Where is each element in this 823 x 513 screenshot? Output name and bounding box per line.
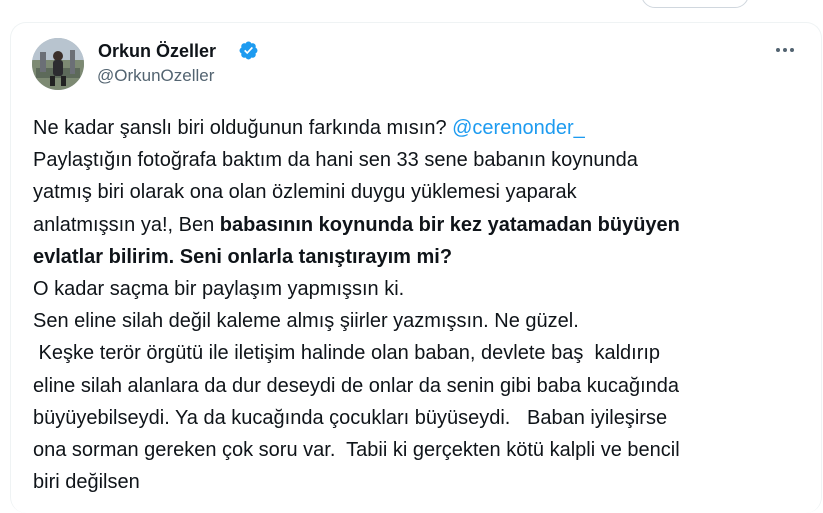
top-button-partial[interactable] (641, 0, 749, 8)
tweet-line: Keşke terör örgütü ile iletişim halinde … (33, 342, 661, 365)
author-name[interactable]: Orkun Özeller (98, 40, 216, 62)
tweet-line: yatmış biri olarak ona olan özlemini duy… (33, 181, 577, 204)
avatar[interactable] (32, 38, 84, 90)
tweet-line: Ne kadar şanslı biri olduğunun farkında … (33, 112, 808, 144)
tweet-line: Paylaştığın fotoğrafa baktım da hani sen… (33, 149, 638, 172)
verified-badge-icon (238, 40, 259, 61)
tweet-bold-line: evlatlar bilirim. Seni onlarla tanıştıra… (33, 245, 453, 268)
screen: Orkun Özeller @OrkunOzeller Ne kadar şan… (0, 0, 823, 513)
tweet-line: ona sorman gereken çok soru var. Tabii k… (33, 438, 680, 461)
mention-link[interactable]: @cerenonder_ (452, 117, 585, 139)
tweet-line: eline silah alanlara da dur deseydi de o… (33, 374, 680, 397)
tweet-line: büyüyebilseydi. Ya da kucağında çocuklar… (33, 406, 668, 429)
author-handle[interactable]: @OrkunOzeller (97, 66, 214, 86)
more-options-icon[interactable] (773, 42, 797, 58)
tweet-line-text: Ne kadar şanslı biri olduğunun farkında … (33, 117, 453, 139)
tweet-line: O kadar saçma bir paylaşım yapmışsın ki. (33, 277, 405, 300)
tweet-bold-text: babasının koynunda bir kez yatamadan büy… (219, 213, 680, 236)
tweet-line: anlatmışsın ya!, Ben babasının koynunda … (33, 209, 808, 241)
tweet-line: biri değilsen (33, 471, 140, 494)
tweet-line: Sen eline silah değil kaleme almış şiirl… (33, 310, 579, 333)
tweet-text: Ne kadar şanslı biri olduğunun farkında … (33, 112, 808, 498)
tweet-line-text: anlatmışsın ya!, Ben (33, 213, 220, 236)
